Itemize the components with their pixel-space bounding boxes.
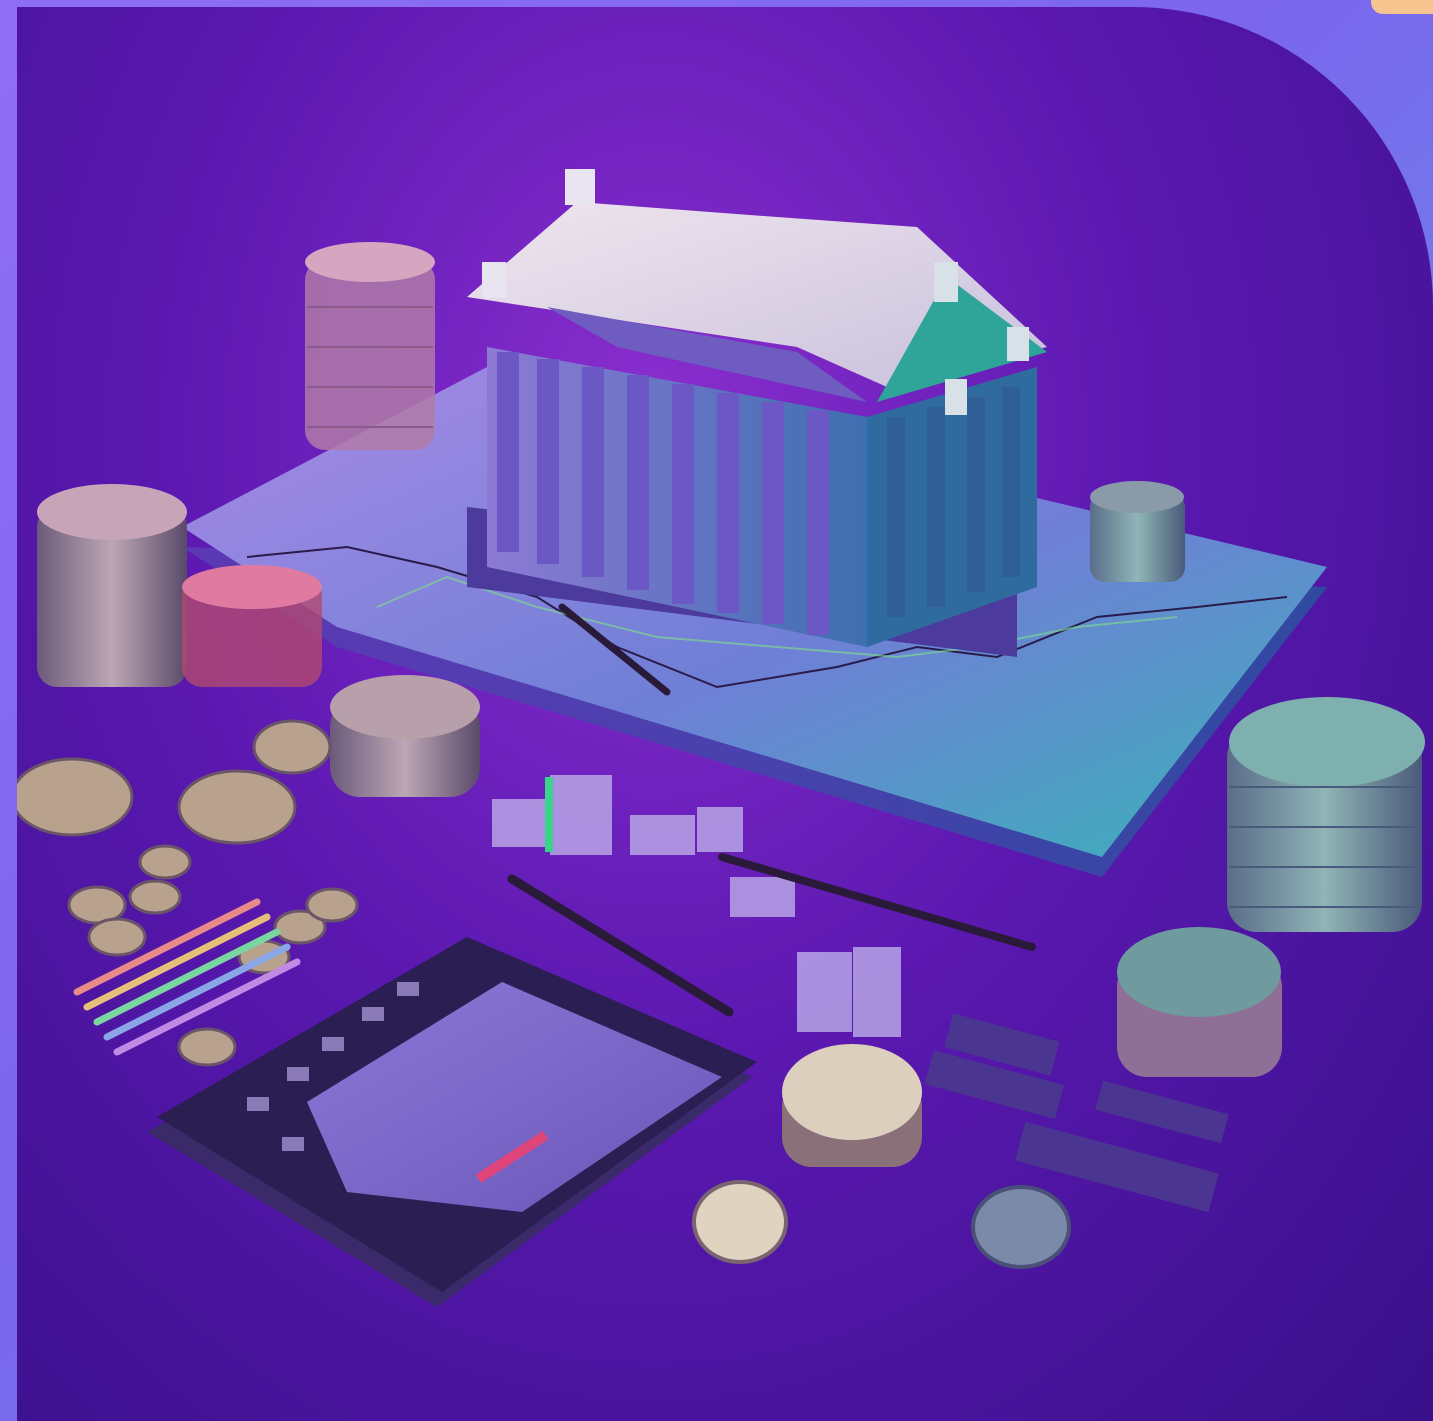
coin-front-small [692,1180,788,1264]
green-bar [545,777,553,852]
coin-stack-right-mid [1117,927,1282,1077]
scene-graphic [17,169,1425,1307]
coin-stack-center [330,675,480,797]
coin-front-blue [971,1185,1071,1269]
coin-stack-front [782,1044,922,1167]
finance-illustration [17,7,1433,1421]
coin-stack-back-left [305,242,435,450]
coin-stack-right-big [1227,697,1425,932]
bank-building [467,169,1047,657]
coin-stack-right-small [1090,481,1185,582]
